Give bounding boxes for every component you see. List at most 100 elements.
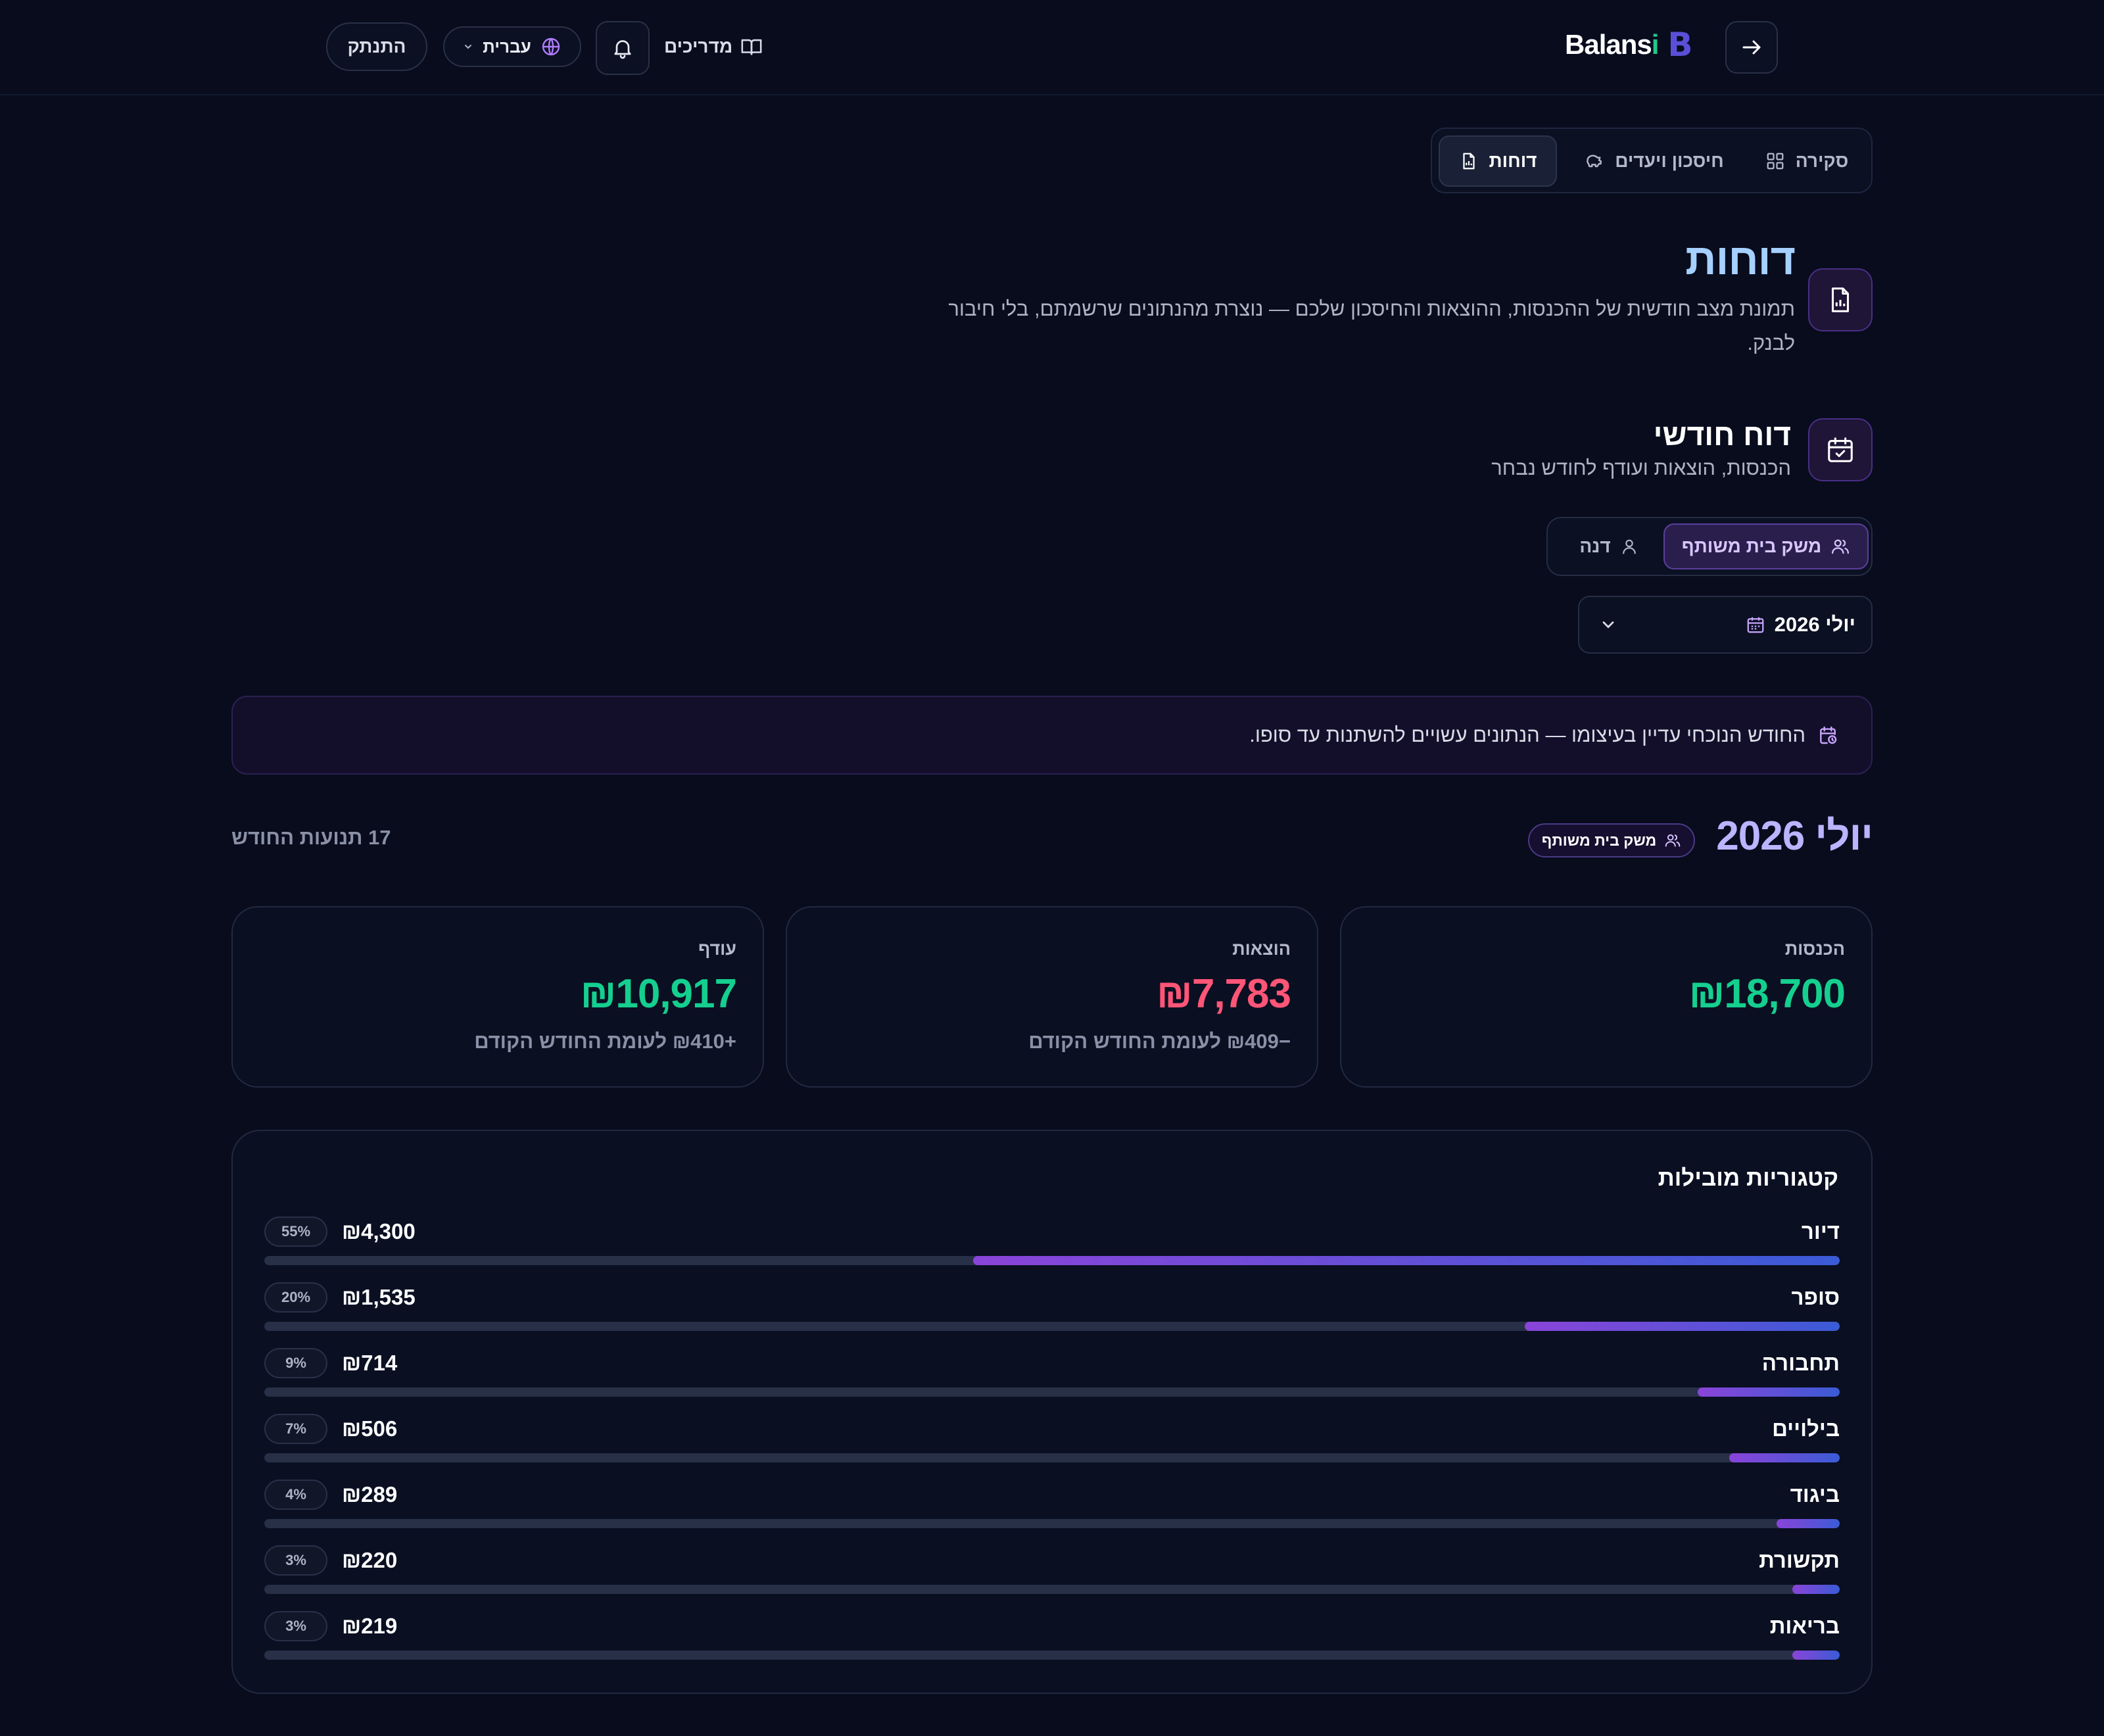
language-label: עברית: [483, 36, 531, 57]
category-amount: ₪1,535: [342, 1285, 416, 1309]
calendar-check-icon: [1828, 437, 1853, 462]
scope-chip-label: משק בית משותף: [1541, 831, 1657, 849]
top-categories-card: קטגוריות מובילות דיור ₪4,300 55% סופר ₪1…: [231, 1130, 1873, 1694]
tab-reports[interactable]: דוחות: [1439, 135, 1557, 187]
tab-overview-label: סקירה: [1795, 151, 1849, 171]
category-row: תקשורת ₪220 3%: [264, 1545, 1840, 1614]
report-file-icon: [1831, 287, 1850, 312]
back-button[interactable]: [1725, 21, 1778, 74]
users-icon: [1665, 834, 1681, 847]
guides-label: מדריכים: [664, 36, 733, 57]
top-categories-title: קטגוריות מובילות: [1658, 1165, 1838, 1191]
category-name: סופר: [1791, 1285, 1840, 1309]
tab-reports-label: דוחות: [1489, 151, 1537, 171]
page-subtitle: תמונת מצב חודשית של ההכנסות, ההוצאות והח…: [948, 297, 1795, 354]
category-name: בריאות: [1769, 1614, 1840, 1638]
category-percent-badge: 20%: [264, 1282, 327, 1313]
chevron-down-icon: [465, 45, 472, 49]
tab-savings-goals[interactable]: חיסכון ויעדים: [1571, 135, 1736, 187]
piggy-bank-icon: [1587, 155, 1602, 168]
surplus-comparison: +₪410 לעומת החודש הקודם: [474, 1030, 736, 1053]
tab-savings-label: חיסכון ויעדים: [1615, 151, 1724, 171]
category-bar-fill: [973, 1256, 1840, 1265]
surplus-card: עודף ₪10,917 +₪410 לעומת החודש הקודם: [231, 906, 764, 1088]
category-row: סופר ₪1,535 20%: [264, 1282, 1840, 1351]
category-percent-badge: 3%: [264, 1545, 327, 1576]
category-bar-track: [264, 1651, 1840, 1660]
globe-icon: [542, 37, 560, 56]
category-bar-track: [264, 1256, 1840, 1265]
report-file-icon: [1462, 153, 1475, 170]
notifications-button[interactable]: [596, 21, 650, 75]
income-label: הכנסות: [1784, 939, 1845, 959]
category-percent-badge: 9%: [264, 1348, 327, 1378]
category-row: תחבורה ₪714 9%: [264, 1348, 1840, 1416]
category-bar-fill: [1729, 1453, 1840, 1462]
category-name: ביגוד: [1790, 1482, 1840, 1507]
category-percent-badge: 4%: [264, 1480, 327, 1510]
category-row: בריאות ₪219 3%: [264, 1611, 1840, 1679]
brand-mark-icon: B: [1667, 26, 1693, 64]
category-row: דיור ₪4,300 55%: [264, 1217, 1840, 1285]
category-name: בילויים: [1772, 1416, 1840, 1441]
calendar-clock-icon: [1820, 726, 1837, 744]
scope-shared-household[interactable]: משק בית משותף: [1663, 523, 1869, 569]
surplus-value: ₪10,917: [580, 971, 737, 1017]
tab-overview[interactable]: סקירה: [1748, 135, 1866, 187]
category-amount: ₪219: [342, 1614, 398, 1638]
transactions-count: 17 תנועות החודש: [231, 826, 391, 849]
category-percent-badge: 7%: [264, 1414, 327, 1444]
category-name: תחבורה: [1761, 1351, 1840, 1375]
category-amount: ₪220: [342, 1548, 398, 1572]
category-bar-fill: [1777, 1519, 1840, 1528]
brand-logo[interactable]: Balansi B: [1565, 25, 1693, 64]
category-bar-track: [264, 1322, 1840, 1331]
scope-personal[interactable]: דנה: [1560, 523, 1658, 569]
scope-shared-label: משק בית משותף: [1681, 536, 1822, 556]
arrow-right-icon: [1742, 40, 1761, 55]
in-progress-notice: החודש הנוכחי עדיין בעיצומו — הנתונים עשו…: [231, 696, 1873, 775]
month-heading: יולי 2026: [1716, 813, 1873, 859]
guides-link[interactable]: מדריכים: [664, 33, 763, 60]
category-percent-badge: 55%: [264, 1217, 327, 1247]
category-percent-badge: 3%: [264, 1611, 327, 1641]
expenses-card: הוצאות ₪7,783 −₪409 לעומת החודש הקודם: [786, 906, 1318, 1088]
brand-name: Balansi: [1565, 29, 1659, 60]
bell-icon: [614, 40, 631, 59]
category-amount: ₪289: [342, 1482, 398, 1507]
scope-personal-label: דנה: [1579, 536, 1611, 556]
category-row: בילויים ₪506 7%: [264, 1414, 1840, 1482]
category-bar-fill: [1698, 1387, 1840, 1397]
category-bar-fill: [1792, 1651, 1840, 1660]
category-bar-track: [264, 1585, 1840, 1594]
language-selector[interactable]: עברית: [443, 26, 581, 67]
category-row: ביגוד ₪289 4%: [264, 1480, 1840, 1548]
month-select-value: יולי 2026: [1774, 613, 1855, 636]
income-card: הכנסות ₪18,700: [1340, 906, 1873, 1088]
category-bar-track: [264, 1387, 1840, 1397]
category-name: דיור: [1801, 1219, 1840, 1243]
chevron-down-icon: [1602, 621, 1614, 629]
category-amount: ₪714: [342, 1351, 398, 1375]
users-icon: [1832, 539, 1850, 554]
category-amount: ₪4,300: [342, 1219, 416, 1243]
expenses-value: ₪7,783: [1157, 971, 1291, 1017]
scope-chip: משק בית משותף: [1528, 823, 1695, 857]
scope-toggle: משק בית משותף דנה: [1546, 517, 1873, 576]
expenses-label: הוצאות: [1232, 939, 1291, 959]
month-select[interactable]: יולי 2026: [1578, 596, 1873, 654]
page-title: דוחות: [1685, 235, 1796, 283]
monthly-report-title: דוח חודשי: [1653, 418, 1791, 452]
calendar-icon: [1747, 617, 1763, 633]
category-bar-fill: [1524, 1322, 1840, 1331]
book-icon: [741, 39, 762, 55]
category-bar-fill: [1792, 1585, 1840, 1594]
logout-button[interactable]: התנתק: [326, 22, 427, 71]
user-icon: [1622, 539, 1636, 554]
income-value: ₪18,700: [1688, 971, 1846, 1017]
reports-title-icon: [1808, 268, 1873, 331]
category-bar-track: [264, 1519, 1840, 1528]
expenses-comparison: −₪409 לעומת החודש הקודם: [1028, 1030, 1291, 1053]
main-tabs: דוחות חיסכון ויעדים סקירה: [1431, 128, 1873, 193]
top-header: התנתק עברית מדריכים Balansi B: [0, 0, 2104, 95]
